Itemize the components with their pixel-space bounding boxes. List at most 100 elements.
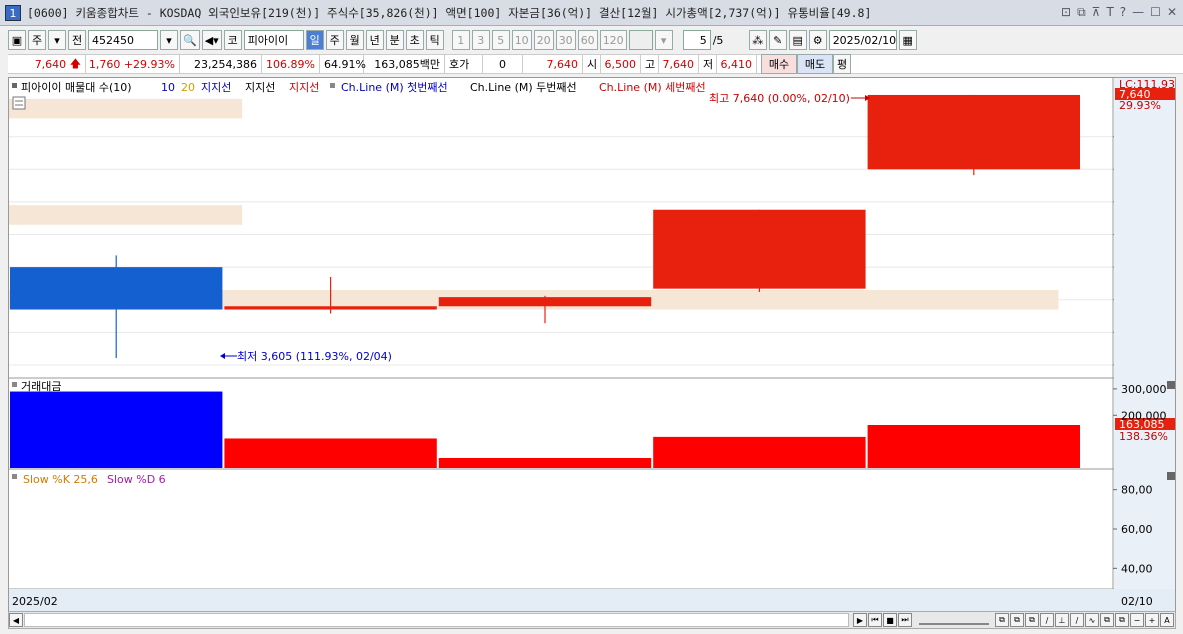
search-icon[interactable]: 🔍	[180, 30, 200, 50]
legend-main-title[interactable]: 피아이이 매물대 수(10)	[21, 81, 132, 94]
trading-value-bar	[10, 391, 223, 468]
x-axis-start-label: 2025/02	[12, 595, 58, 608]
tile-icon[interactable]: ⧉	[1077, 5, 1086, 20]
interval-120[interactable]: 120	[599, 30, 627, 50]
y-axis-band	[1114, 78, 1175, 589]
chart-area[interactable]: 7,0006,5006,0005,5005,0004,5004,0003,500…	[8, 77, 1176, 612]
legend-slow-d[interactable]: Slow %D 6	[107, 473, 166, 486]
help-icon[interactable]: ?	[1120, 5, 1126, 20]
tab-month[interactable]: 월	[345, 30, 364, 50]
scroll-track[interactable]	[24, 613, 849, 627]
legend-slow-k[interactable]: Slow %K 25,6	[23, 473, 98, 486]
x-axis-end-label: 02/10	[1121, 595, 1153, 608]
legend-chline-3[interactable]: Ch.Line (M) 세번째선	[599, 81, 706, 94]
line-tool-icon[interactable]: ∿	[1085, 613, 1099, 627]
trading-value-bar	[867, 425, 1080, 468]
period-select[interactable]: 주	[28, 30, 46, 50]
font-size-icon[interactable]: A	[1160, 613, 1174, 627]
pane-close-icon[interactable]	[1167, 472, 1175, 480]
legend-chline-1[interactable]: Ch.Line (M) 첫번째선	[341, 81, 448, 94]
legend-support-1[interactable]: 지지선	[201, 81, 231, 94]
tab-week[interactable]: 주	[325, 30, 344, 50]
stop-icon[interactable]: ■	[883, 613, 897, 627]
fast-forward-icon[interactable]: ⏭	[898, 613, 912, 627]
high-label: 고	[641, 55, 659, 73]
chart-canvas[interactable]: 7,0006,5006,0005,5005,0004,5004,0003,500…	[9, 78, 1175, 611]
legend-bullet	[12, 83, 17, 88]
calendar-icon[interactable]: ▦	[898, 30, 917, 50]
tab-second[interactable]: 초	[405, 30, 424, 50]
interval-10[interactable]: 10	[511, 30, 532, 50]
restore-layout-icon[interactable]: ⊡	[1061, 5, 1071, 20]
gear-icon[interactable]: ⚙	[808, 30, 827, 50]
speaker-icon[interactable]: ◀▾	[201, 30, 222, 50]
tab-year[interactable]: 년	[365, 30, 384, 50]
line-tool-icon[interactable]: ∕	[1040, 613, 1054, 627]
current-price: 7,640 🡅	[8, 55, 86, 73]
font-icon[interactable]: T	[1106, 5, 1113, 20]
trading-value-bar	[653, 436, 866, 468]
trading-value-bar	[438, 457, 652, 468]
layout-icon[interactable]: ▣	[8, 30, 26, 50]
quote-bar: 7,640 🡅 1,760 +29.93% 23,254,386 106.89%…	[8, 54, 1183, 74]
stock-code-input[interactable]: 452450	[88, 30, 158, 50]
rewind-icon[interactable]: ⏮	[868, 613, 882, 627]
zoom-in-icon[interactable]: +	[1145, 613, 1159, 627]
buy-button[interactable]: 매수	[761, 54, 797, 74]
save-icon[interactable]: ▤	[788, 30, 807, 50]
candle-body	[224, 306, 437, 310]
interval-3[interactable]: 3	[471, 30, 490, 50]
candle-body	[438, 297, 652, 307]
tool-icon[interactable]: ⧉	[1010, 613, 1024, 627]
minimize-button[interactable]: —	[1132, 5, 1144, 20]
interval-20[interactable]: 20	[533, 30, 554, 50]
window-number-badge: 1	[5, 4, 21, 21]
count-input[interactable]: 5	[682, 30, 711, 50]
bottom-scroll-bar[interactable]: ◀ ▶ ⏮ ■ ⏭ ⧉ ⧉ ⧉ ∕ ⊥ ∕ ∿ ⧉ ⧉ − + A	[8, 611, 1176, 629]
tool-icon[interactable]: ⧉	[1100, 613, 1114, 627]
line-tool-icon[interactable]: ∕	[1070, 613, 1084, 627]
legend-chline-2[interactable]: Ch.Line (M) 두번째선	[470, 81, 577, 94]
chevron-down-icon[interactable]: ▾	[48, 30, 66, 50]
close-button[interactable]: ✕	[1167, 5, 1177, 20]
tool-icon[interactable]: ⧉	[1025, 613, 1039, 627]
line-tool-icon[interactable]: ⊥	[1055, 613, 1069, 627]
legend-ma10[interactable]: 10	[161, 81, 175, 94]
price-grid	[9, 136, 1113, 366]
tool-icon[interactable]: ⧉	[1115, 613, 1129, 627]
interval-1[interactable]: 1	[451, 30, 470, 50]
all-button[interactable]: 전	[68, 30, 86, 50]
low-label: 저	[699, 55, 717, 73]
interval-5[interactable]: 5	[491, 30, 510, 50]
draw-icon[interactable]: ✎	[768, 30, 787, 50]
eval-button[interactable]: 평	[833, 54, 851, 74]
tool-icon[interactable]: ⧉	[995, 613, 1009, 627]
interval-60[interactable]: 60	[577, 30, 598, 50]
maximize-button[interactable]: ☐	[1150, 5, 1161, 20]
legend-support-2[interactable]: 지지선	[245, 81, 275, 94]
pane-close-icon[interactable]	[1167, 381, 1175, 389]
tab-minute[interactable]: 분	[385, 30, 404, 50]
date-input[interactable]: 2025/02/10	[828, 30, 897, 50]
scroll-left-icon[interactable]: ◀	[9, 613, 23, 627]
interval-30[interactable]: 30	[555, 30, 576, 50]
volume-pane-title[interactable]: 거래대금	[21, 380, 61, 393]
stochastic-tick-label: 60,00	[1121, 523, 1153, 536]
tab-day[interactable]: 일	[305, 30, 324, 50]
code-dropdown-icon[interactable]: ▾	[160, 30, 178, 50]
legend-ma20[interactable]: 20	[181, 81, 195, 94]
up-arrow-icon: 🡅	[69, 56, 81, 70]
interval-custom-input[interactable]	[628, 30, 653, 50]
scroll-right-icon[interactable]: ▶	[853, 613, 867, 627]
group-icon[interactable]: ⁂	[748, 30, 767, 50]
interval-dropdown-icon[interactable]: ▾	[654, 30, 673, 50]
pin-icon[interactable]: ⊼	[1092, 5, 1101, 20]
table-toggle-icon[interactable]	[12, 96, 26, 110]
sell-button[interactable]: 매도	[797, 54, 833, 74]
legend-support-3[interactable]: 지지선	[289, 81, 319, 94]
tab-tick[interactable]: 틱	[425, 30, 444, 50]
zoom-slider[interactable]	[919, 615, 989, 625]
candles	[10, 94, 1080, 359]
zoom-out-icon[interactable]: −	[1130, 613, 1144, 627]
toolbar: ▣ 주 ▾ 전 452450 ▾ 🔍 ◀▾ 코 피아이이 일 주 월 년 분 초…	[0, 28, 1183, 52]
